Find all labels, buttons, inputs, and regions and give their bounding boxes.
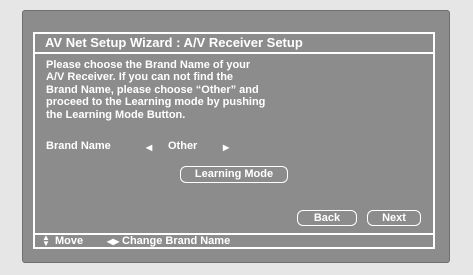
brand-name-selector[interactable]: Brand Name ◀ Other ▶ — [46, 140, 426, 154]
left-right-arrows-icon: ◀▶ — [107, 237, 120, 246]
instruction-line: the Learning Mode Button. — [46, 108, 186, 121]
background: AV Net Setup Wizard : A/V Receiver Setup… — [0, 0, 473, 275]
wizard-panel: AV Net Setup Wizard : A/V Receiver Setup… — [33, 32, 435, 235]
learning-mode-button[interactable]: Learning Mode — [180, 166, 288, 183]
wizard-title: AV Net Setup Wizard : A/V Receiver Setup — [35, 34, 433, 54]
up-down-arrows-icon: ▲ ▼ — [42, 233, 50, 248]
instructions: Please choose the Brand Name of your A/V… — [46, 59, 336, 121]
instruction-line: A/V Receiver. If you can not find the — [46, 71, 234, 84]
triangle-left-icon[interactable]: ◀ — [146, 141, 152, 154]
instruction-line: proceed to the Learning mode by pushing — [46, 96, 266, 109]
footer-help-bar: ▲ ▼ Move ◀▶ Change Brand Name — [33, 233, 435, 249]
change-brand-hint: Change Brand Name — [122, 235, 231, 247]
instruction-line: Brand Name, please choose “Other” and — [46, 83, 259, 96]
triangle-right-icon[interactable]: ▶ — [223, 141, 229, 154]
brand-name-value: Other — [168, 140, 198, 152]
move-hint: Move — [55, 235, 84, 247]
brand-name-label: Brand Name — [46, 140, 111, 152]
next-button[interactable]: Next — [367, 210, 421, 226]
instruction-line: Please choose the Brand Name of your — [46, 59, 251, 71]
back-button[interactable]: Back — [297, 210, 357, 226]
